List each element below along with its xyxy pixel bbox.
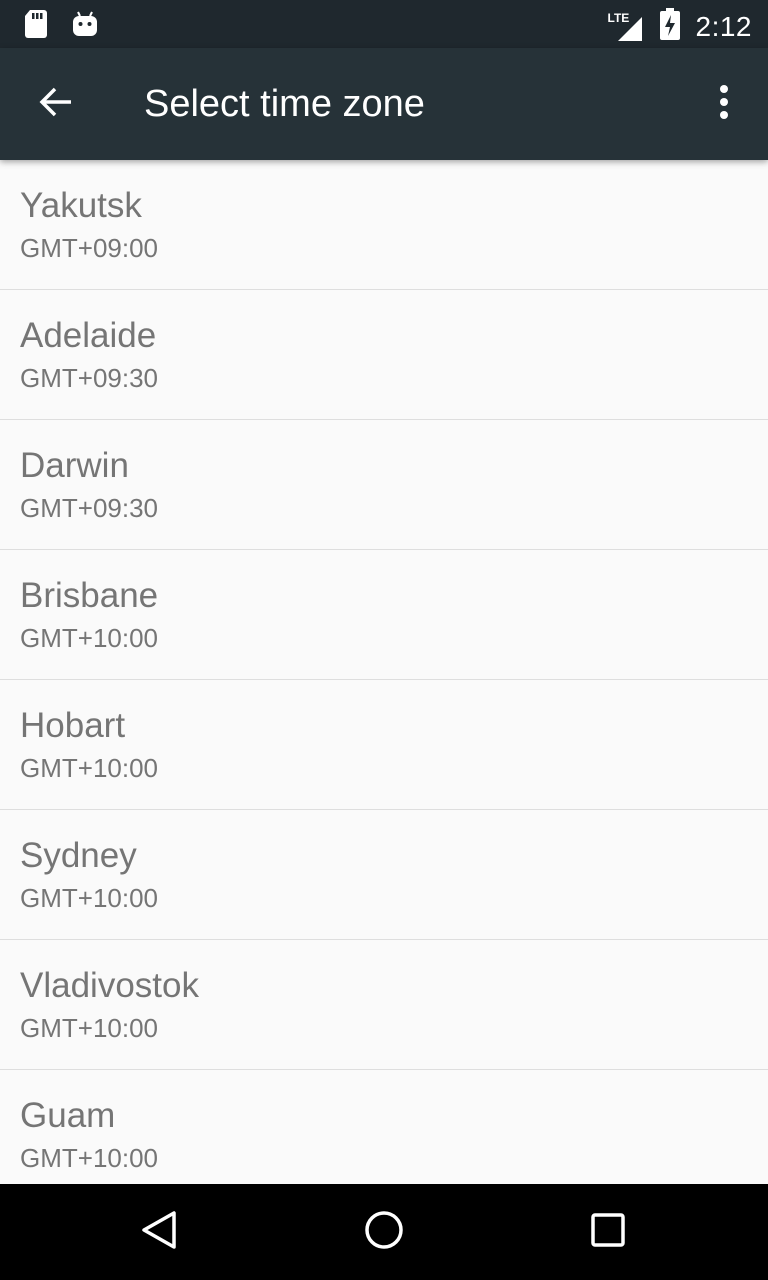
time-zone-name: Darwin [20, 446, 129, 485]
time-zone-offset: GMT+10:00 [20, 753, 159, 783]
back-triangle-icon [140, 1210, 180, 1255]
nav-back-button[interactable] [132, 1204, 188, 1260]
list-item[interactable]: Hobart GMT+10:00 [0, 680, 768, 810]
home-circle-icon [364, 1210, 404, 1255]
navigation-bar [0, 1184, 768, 1280]
app-bar: Select time zone [0, 48, 768, 160]
time-zone-name: Guam [20, 1096, 116, 1135]
time-zone-offset: GMT+09:00 [20, 233, 159, 263]
time-zone-name: Yakutsk [20, 186, 142, 225]
time-zone-offset: GMT+09:30 [20, 493, 159, 523]
list-item[interactable]: Vladivostok GMT+10:00 [0, 940, 768, 1070]
time-zone-name: Sydney [20, 836, 137, 875]
list-item[interactable]: Yakutsk GMT+09:00 [0, 160, 768, 290]
list-item[interactable]: Darwin GMT+09:30 [0, 420, 768, 550]
time-zone-name: Vladivostok [20, 966, 199, 1005]
list-item[interactable]: Guam GMT+10:00 [0, 1070, 768, 1184]
arrow-back-icon [38, 84, 74, 125]
status-left-icons [24, 10, 98, 43]
time-zone-offset: GMT+10:00 [20, 623, 159, 653]
time-zone-name: Brisbane [20, 576, 159, 615]
status-right-icons: LTE 2:12 [608, 8, 753, 45]
nav-home-button[interactable] [356, 1204, 412, 1260]
back-button[interactable] [24, 72, 88, 136]
nav-recents-button[interactable] [580, 1204, 636, 1260]
more-vert-icon [719, 84, 729, 125]
list-item[interactable]: Adelaide GMT+09:30 [0, 290, 768, 420]
list-item[interactable]: Sydney GMT+10:00 [0, 810, 768, 940]
sd-card-icon [24, 10, 48, 43]
time-zone-name: Adelaide [20, 316, 157, 355]
clock-time: 2:12 [695, 10, 752, 42]
android-icon [72, 10, 98, 43]
time-zone-offset: GMT+10:00 [20, 883, 159, 913]
recents-square-icon [588, 1210, 628, 1255]
time-zone-offset: GMT+10:00 [20, 1143, 159, 1173]
time-zone-name: Hobart [20, 706, 126, 745]
time-zone-list[interactable]: Yakutsk GMT+09:00 Adelaide GMT+09:30 Dar… [0, 160, 768, 1184]
signal-icon: LTE [608, 11, 644, 43]
page-title: Select time zone [144, 83, 425, 125]
status-bar: LTE 2:12 [0, 0, 768, 48]
time-zone-offset: GMT+10:00 [20, 1013, 159, 1043]
overflow-menu-button[interactable] [700, 76, 748, 132]
battery-charging-icon [659, 8, 680, 45]
list-item[interactable]: Brisbane GMT+10:00 [0, 550, 768, 680]
time-zone-offset: GMT+09:30 [20, 363, 159, 393]
